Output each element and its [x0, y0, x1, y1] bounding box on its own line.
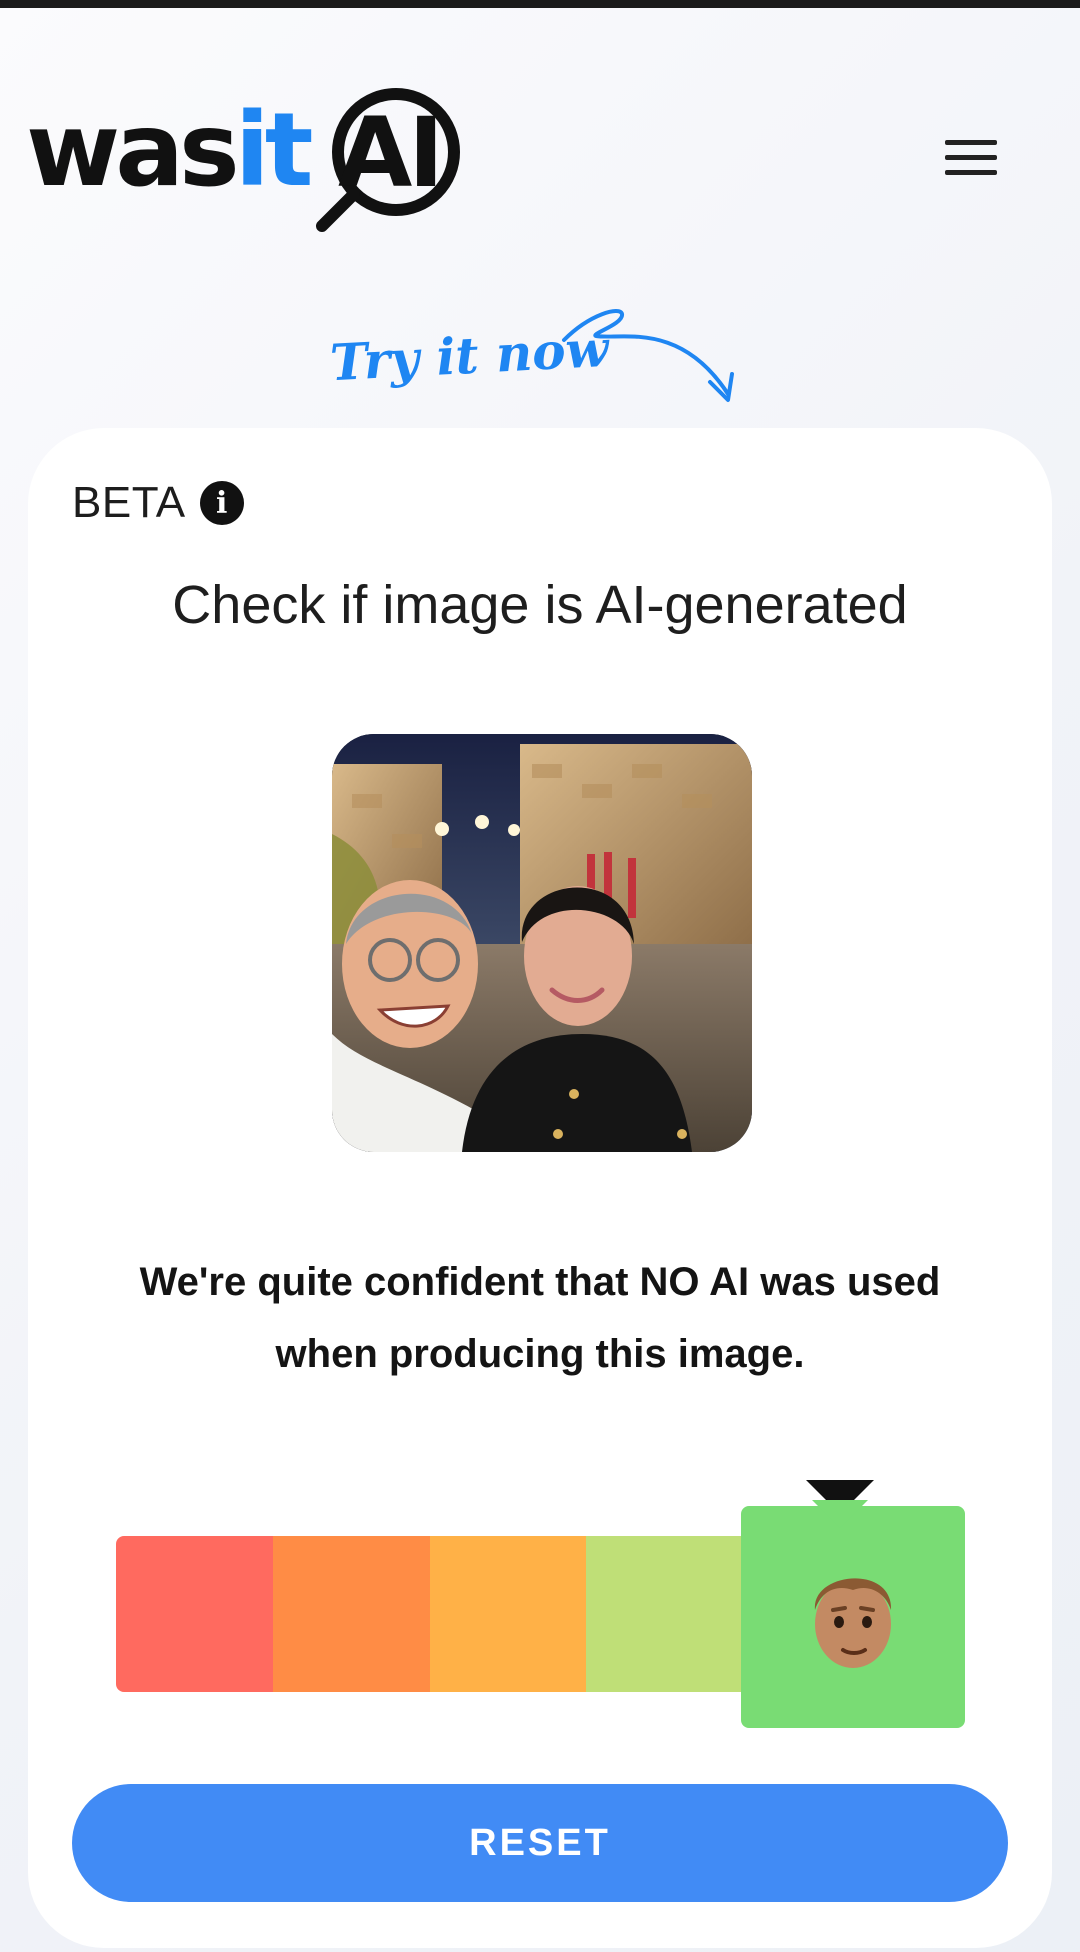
confidence-meter [116, 1480, 966, 1736]
info-icon[interactable]: i [199, 481, 244, 525]
result-text: We're quite confident that NO AI was use… [139, 1260, 941, 1376]
page: wasit AI Try it now BETA i Check if imag… [0, 0, 1080, 1952]
photo-illustration [332, 734, 752, 1152]
logo-ai-letters: AI [338, 97, 444, 209]
beta-label: BETA [72, 478, 186, 527]
meter-segment-1 [116, 1536, 273, 1692]
logo-wordmark: wasit [26, 91, 313, 210]
reset-button[interactable]: RESET [72, 1784, 1008, 1902]
meter-segment-2 [273, 1536, 430, 1692]
beta-badge: BETA i [72, 478, 244, 528]
uploaded-image-preview [332, 734, 752, 1152]
curved-arrow-icon [562, 309, 734, 402]
hamburger-menu-icon[interactable] [940, 140, 1002, 184]
meter-segment-3 [430, 1536, 586, 1692]
detector-card: BETA i Check if image is AI-generated We… [28, 428, 1052, 1948]
top-status-bar [0, 0, 1080, 8]
meter-segment-4 [586, 1536, 743, 1692]
card-title: Check if image is AI-generated [172, 575, 908, 635]
wasitai-logo[interactable]: wasit AI [26, 86, 460, 236]
human-face-icon [814, 1578, 892, 1668]
meter-segment-5-selected [741, 1506, 965, 1728]
